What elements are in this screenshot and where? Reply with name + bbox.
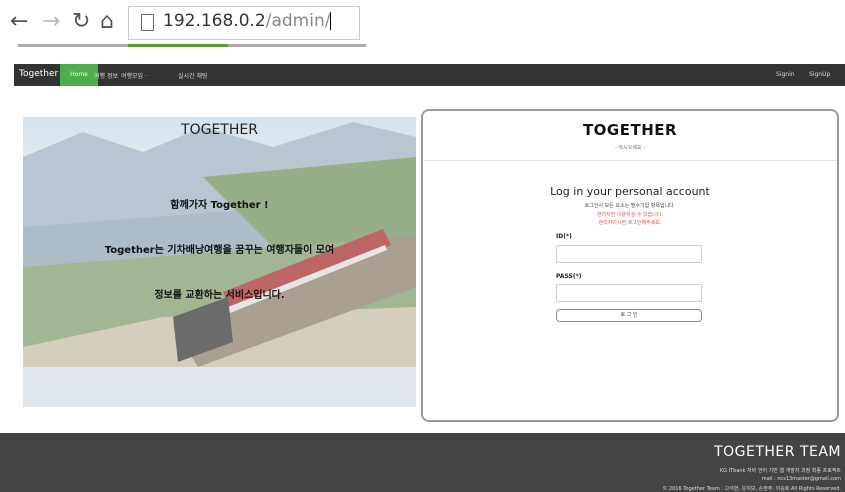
nav-live-chat[interactable]: 실시간 채팅 <box>178 71 208 80</box>
id-input[interactable] <box>556 245 702 263</box>
browser-toolbar: ← → ↻ ⌂ 192.168.0.2/admin/ <box>0 0 845 60</box>
hero-line-3: 정보를 교환하는 서비스입니다. <box>154 290 285 301</box>
signup-link[interactable]: SignUp <box>809 71 830 78</box>
tab-accent <box>128 44 228 47</box>
password-input[interactable] <box>556 284 702 302</box>
login-title: Log in your personal account <box>550 185 710 198</box>
brand-link[interactable]: Together <box>19 69 58 79</box>
login-warning-2: 관리자이시면 로그인해주세요. <box>598 220 662 226</box>
home-icon[interactable]: ⌂ <box>100 9 114 35</box>
nav-travel-info[interactable]: 여행 정보 <box>94 71 118 80</box>
nav-home[interactable]: Home <box>60 64 98 86</box>
url-text: 192.168.0.2/admin/ <box>163 11 332 31</box>
reload-icon[interactable]: ↻ <box>72 9 90 35</box>
login-logo-subtitle: - 아시오세요 - <box>615 145 645 151</box>
signin-link[interactable]: Signin <box>776 71 795 78</box>
site-navbar: Together Home 여행 정보 여행모임 · 실시간 채팅 Signin… <box>14 64 845 86</box>
nav-travel-group[interactable]: 여행모임 · <box>121 71 147 80</box>
footer-course: KG ITbank 자바 언어 기반 웹 개발자 과정 최종 프로젝트 <box>719 468 841 474</box>
footer-team-name: TOGETHER TEAM <box>714 444 841 460</box>
back-arrow-icon[interactable]: ← <box>10 9 28 35</box>
hero-overlay <box>23 117 416 407</box>
site-footer: TOGETHER TEAM KG ITbank 자바 언어 기반 웹 개발자 과… <box>0 433 845 492</box>
login-warning-1: 관리자만 이용하실 수 있습니다. <box>596 212 664 218</box>
forward-arrow-icon[interactable]: → <box>42 9 60 35</box>
address-bar[interactable]: 192.168.0.2/admin/ <box>128 6 360 40</box>
page-icon <box>141 14 154 31</box>
footer-copyright: © 2016 Together Team : 고석현, 유지보, 손정주, 이승… <box>662 486 841 492</box>
id-label: ID(*) <box>556 233 572 240</box>
login-description: 로그인시 모든 요소는 필수기입 항목입니다. <box>584 203 676 209</box>
footer-mail[interactable]: mail : ncs13master@gmail.com <box>762 476 841 482</box>
text-cursor <box>330 12 332 30</box>
hero-line-2: Together는 기차배낭여행을 꿈꾸는 여행자들이 모여 <box>104 245 335 256</box>
login-button[interactable]: 로 그 인 <box>556 309 702 322</box>
hero-title: TOGETHER <box>181 122 258 138</box>
hero-line-1: 함께가자 Together ! <box>170 200 269 211</box>
pass-label: PASS(*) <box>556 273 582 280</box>
url-host: 192.168.0.2 <box>163 11 266 31</box>
login-logo: TOGETHER <box>582 121 678 139</box>
login-divider <box>423 160 837 161</box>
hero-banner: TOGETHER 함께가자 Together ! Together는 기차배낭여… <box>23 117 416 407</box>
nav-home-label: Home <box>70 71 88 78</box>
url-path: /admin/ <box>265 11 331 31</box>
login-panel: TOGETHER - 아시오세요 - Log in your personal … <box>421 109 839 422</box>
